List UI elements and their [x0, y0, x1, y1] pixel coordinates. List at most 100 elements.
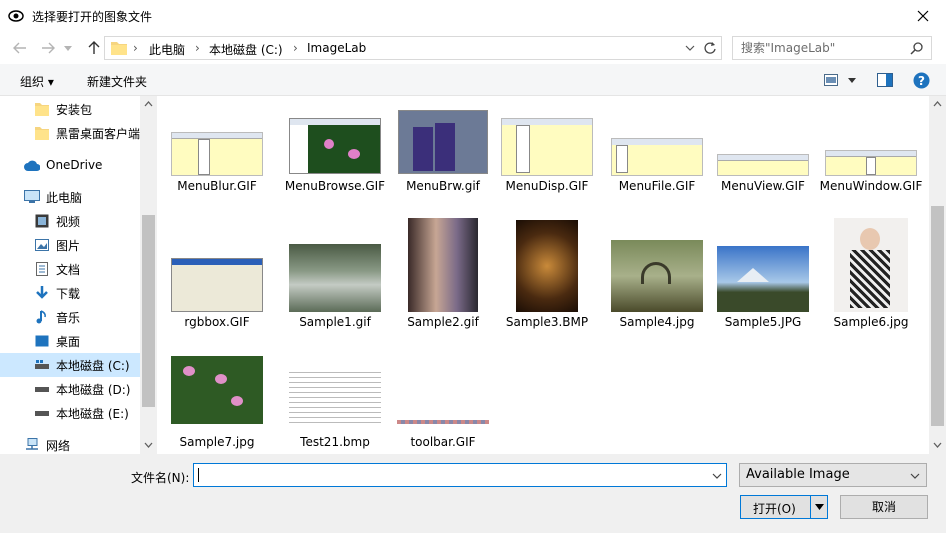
folder-icon — [111, 42, 127, 55]
file-item[interactable]: Sample7.jpg — [165, 336, 269, 454]
file-name: MenuFile.GIF — [618, 179, 696, 193]
file-item[interactable]: toolbar.GIF — [391, 336, 495, 454]
chevron-down-icon[interactable] — [933, 442, 942, 448]
sidebar-item-this-pc[interactable]: 此电脑 — [0, 185, 140, 209]
up-button[interactable] — [84, 38, 104, 58]
text-cursor — [198, 468, 199, 482]
open-button-label: 打开(O) — [753, 502, 796, 516]
file-list[interactable]: MenuBlur.GIF MenuBrowse.GIF MenuBrw.gif … — [157, 96, 946, 454]
file-thumbnail — [171, 132, 263, 176]
sidebar-item-network[interactable]: 网络 — [0, 433, 140, 454]
file-item[interactable]: rgbbox.GIF — [165, 216, 269, 334]
help-icon[interactable]: ? — [913, 72, 930, 89]
file-thumbnail — [171, 356, 263, 424]
sidebar-item-drive-e[interactable]: 本地磁盘 (E:) — [0, 401, 140, 425]
sidebar-item-label: 网络 — [46, 438, 71, 453]
organize-button[interactable]: 组织 ▾ — [20, 73, 54, 90]
sidebar-item-label: 安装包 — [56, 102, 93, 117]
chevron-down-icon[interactable] — [144, 442, 153, 448]
filename-input[interactable] — [193, 463, 727, 487]
breadcrumb-drive-c[interactable]: 本地磁盘 (C:) — [209, 41, 283, 58]
sidebar-item-documents[interactable]: 文档 — [0, 257, 140, 281]
file-name: Sample2.gif — [407, 315, 479, 329]
sidebar-item-label: 图片 — [56, 238, 81, 253]
breadcrumb-separator: › — [133, 41, 138, 55]
close-button[interactable] — [900, 0, 946, 32]
file-item[interactable]: Test21.bmp — [283, 336, 387, 454]
sidebar-item-downloads[interactable]: 下载 — [0, 281, 140, 305]
cancel-button[interactable]: 取消 — [840, 495, 928, 519]
file-item[interactable]: Sample6.jpg — [819, 216, 923, 334]
file-item[interactable]: MenuBlur.GIF — [165, 96, 269, 212]
file-item[interactable]: MenuView.GIF — [711, 96, 815, 212]
sidebar-item-music[interactable]: 音乐 — [0, 305, 140, 329]
file-name: MenuView.GIF — [721, 179, 805, 193]
chevron-down-icon[interactable] — [848, 78, 856, 83]
search-icon — [910, 42, 923, 55]
file-thumbnail — [501, 118, 593, 176]
sidebar-item-label: 本地磁盘 (C:) — [56, 358, 130, 373]
file-item[interactable]: MenuWindow.GIF — [819, 96, 923, 212]
chevron-down-icon[interactable] — [712, 473, 722, 479]
breadcrumb-this-pc[interactable]: 此电脑 — [149, 41, 185, 58]
back-button[interactable] — [10, 38, 30, 58]
breadcrumb-imagelab[interactable]: ImageLab — [307, 41, 366, 55]
view-options-icon[interactable] — [824, 74, 838, 86]
file-name: Sample6.jpg — [833, 315, 909, 329]
refresh-icon[interactable] — [703, 41, 717, 55]
file-name: Sample1.gif — [299, 315, 371, 329]
file-thumbnail — [398, 110, 488, 174]
drive-icon — [34, 357, 50, 373]
file-item[interactable]: Sample5.JPG — [711, 216, 815, 334]
window-title: 选择要打开的图象文件 — [32, 9, 153, 24]
sidebar-item-onedrive[interactable]: OneDrive — [0, 153, 140, 177]
file-item[interactable]: Sample3.BMP — [495, 216, 599, 334]
dialog-footer: 文件名(N): Available Image 打开(O) 取消 — [0, 454, 946, 533]
download-icon — [34, 285, 50, 301]
file-name: toolbar.GIF — [410, 435, 476, 449]
sidebar-item-videos[interactable]: 视频 — [0, 209, 140, 233]
content-scrollbar[interactable] — [929, 96, 946, 454]
file-item[interactable]: MenuBrowse.GIF — [283, 96, 387, 212]
eye-app-icon — [8, 10, 24, 22]
scrollbar-thumb[interactable] — [142, 215, 155, 407]
search-input[interactable]: 搜索"ImageLab" — [732, 36, 932, 60]
breadcrumb-separator: › — [195, 41, 200, 55]
file-type-select[interactable]: Available Image — [739, 463, 927, 487]
chevron-down-icon[interactable] — [815, 504, 824, 510]
network-icon — [24, 437, 40, 453]
file-item[interactable]: Sample4.jpg — [605, 216, 709, 334]
sidebar-item-install-package[interactable]: 安装包 — [0, 97, 140, 121]
sidebar-item-drive-d[interactable]: 本地磁盘 (D:) — [0, 377, 140, 401]
sidebar-item-desktop-client[interactable]: 黑雷桌面客户端 — [0, 121, 140, 145]
recent-dropdown[interactable] — [62, 38, 74, 58]
scrollbar-thumb[interactable] — [931, 206, 944, 426]
file-item[interactable]: MenuDisp.GIF — [495, 96, 599, 212]
file-item[interactable]: MenuFile.GIF — [605, 96, 709, 212]
file-item[interactable]: Sample1.gif — [283, 216, 387, 334]
preview-pane-icon[interactable] — [877, 73, 893, 87]
sidebar-item-drive-c[interactable]: 本地磁盘 (C:) — [0, 353, 140, 377]
chevron-up-icon[interactable] — [144, 101, 153, 107]
new-folder-button[interactable]: 新建文件夹 — [87, 73, 147, 90]
title-bar: 选择要打开的图象文件 — [0, 0, 946, 32]
file-item[interactable]: Sample2.gif — [391, 216, 495, 334]
open-button[interactable]: 打开(O) — [740, 495, 828, 519]
sidebar-item-label: 黑雷桌面客户端 — [56, 126, 141, 141]
file-item[interactable]: MenuBrw.gif — [391, 96, 495, 212]
chevron-up-icon[interactable] — [933, 101, 942, 107]
forward-button[interactable] — [38, 38, 58, 58]
file-thumbnail — [516, 220, 578, 312]
arrow-left-icon — [13, 42, 26, 54]
sidebar-scrollbar[interactable] — [140, 96, 156, 454]
sidebar-item-pictures[interactable]: 图片 — [0, 233, 140, 257]
file-thumbnail — [171, 258, 263, 312]
file-name: Sample3.BMP — [505, 315, 589, 329]
folder-icon — [34, 101, 50, 117]
address-bar[interactable]: › 此电脑 › 本地磁盘 (C:) › ImageLab — [104, 36, 722, 60]
navigation-pane[interactable]: 安装包 黑雷桌面客户端 OneDrive 此电脑 视频 图片 文档 下载 音乐 … — [0, 96, 156, 454]
file-thumbnail — [825, 150, 917, 176]
file-name: MenuDisp.GIF — [505, 179, 589, 193]
sidebar-item-desktop[interactable]: 桌面 — [0, 329, 140, 353]
chevron-down-icon[interactable] — [685, 45, 695, 51]
